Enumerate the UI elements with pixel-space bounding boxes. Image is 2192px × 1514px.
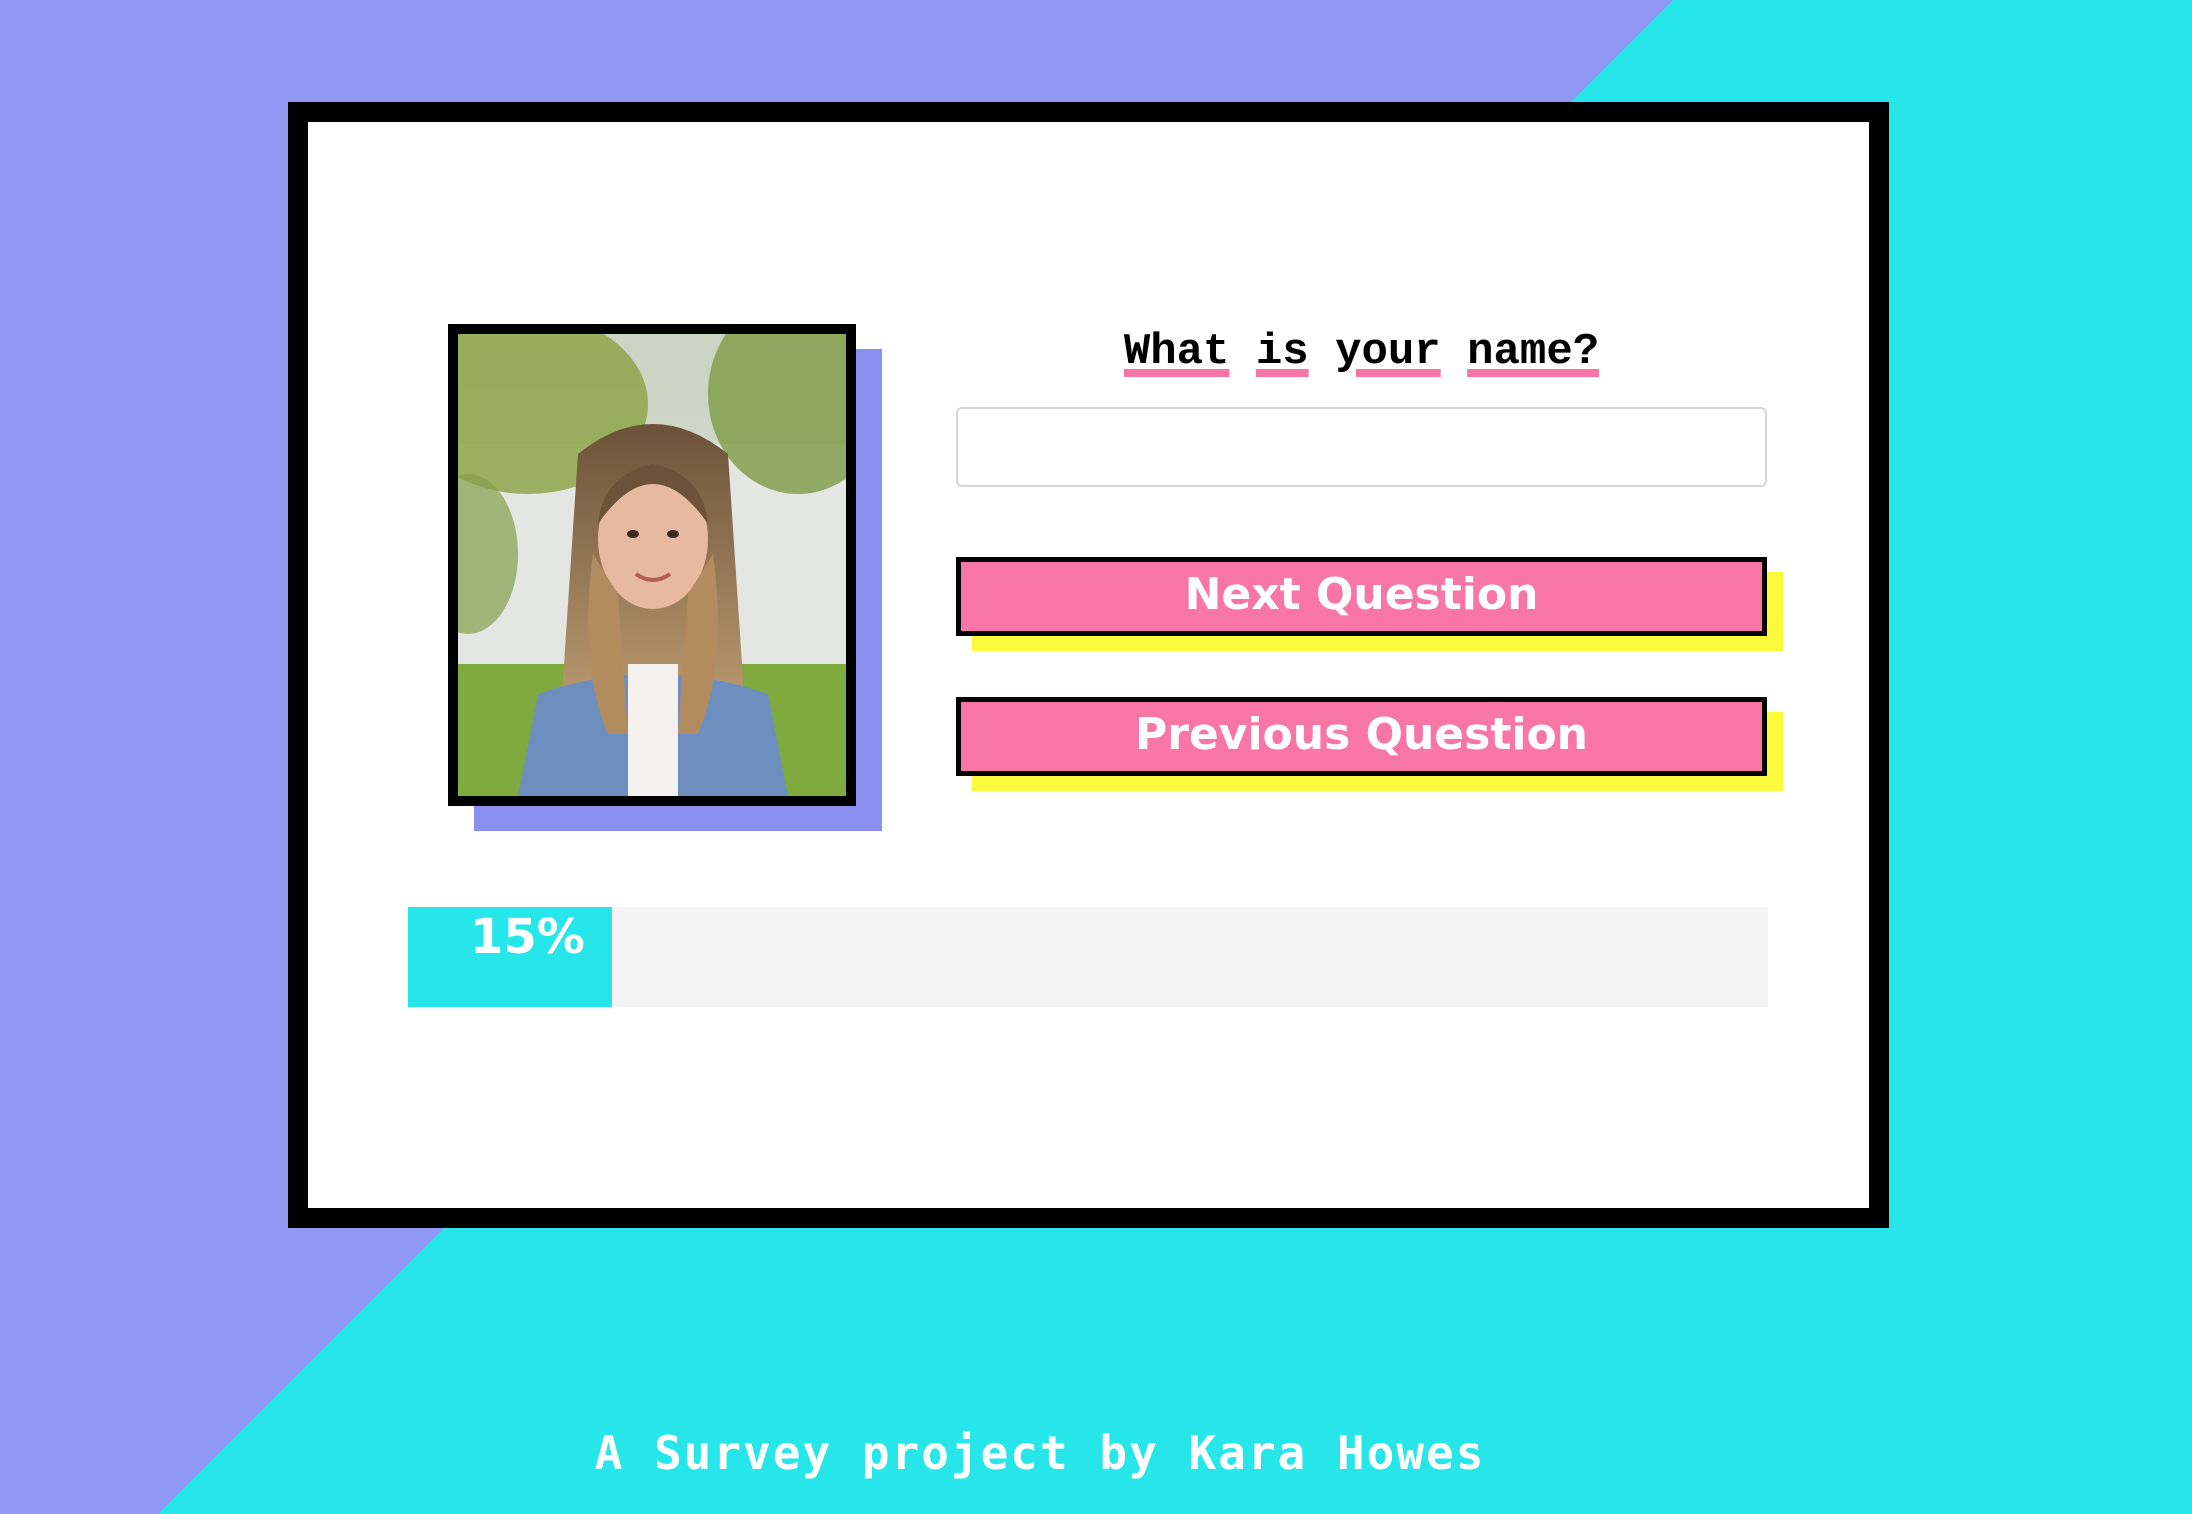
profile-photo: [448, 324, 856, 806]
next-question-button[interactable]: Next Question: [956, 557, 1767, 636]
progress-bar: 15%: [408, 907, 1768, 1007]
question-word: your: [1335, 327, 1441, 377]
question-word: is: [1255, 327, 1309, 377]
question-heading: What is your name?: [956, 322, 1767, 382]
question-word: What: [1123, 327, 1230, 377]
footer-credit: A Survey project by Kara Howes: [594, 1426, 1486, 1480]
progress-label: 15%: [470, 909, 585, 965]
question-word: name?: [1467, 327, 1600, 377]
previous-question-button[interactable]: Previous Question: [956, 697, 1767, 776]
answer-input[interactable]: [956, 407, 1767, 487]
